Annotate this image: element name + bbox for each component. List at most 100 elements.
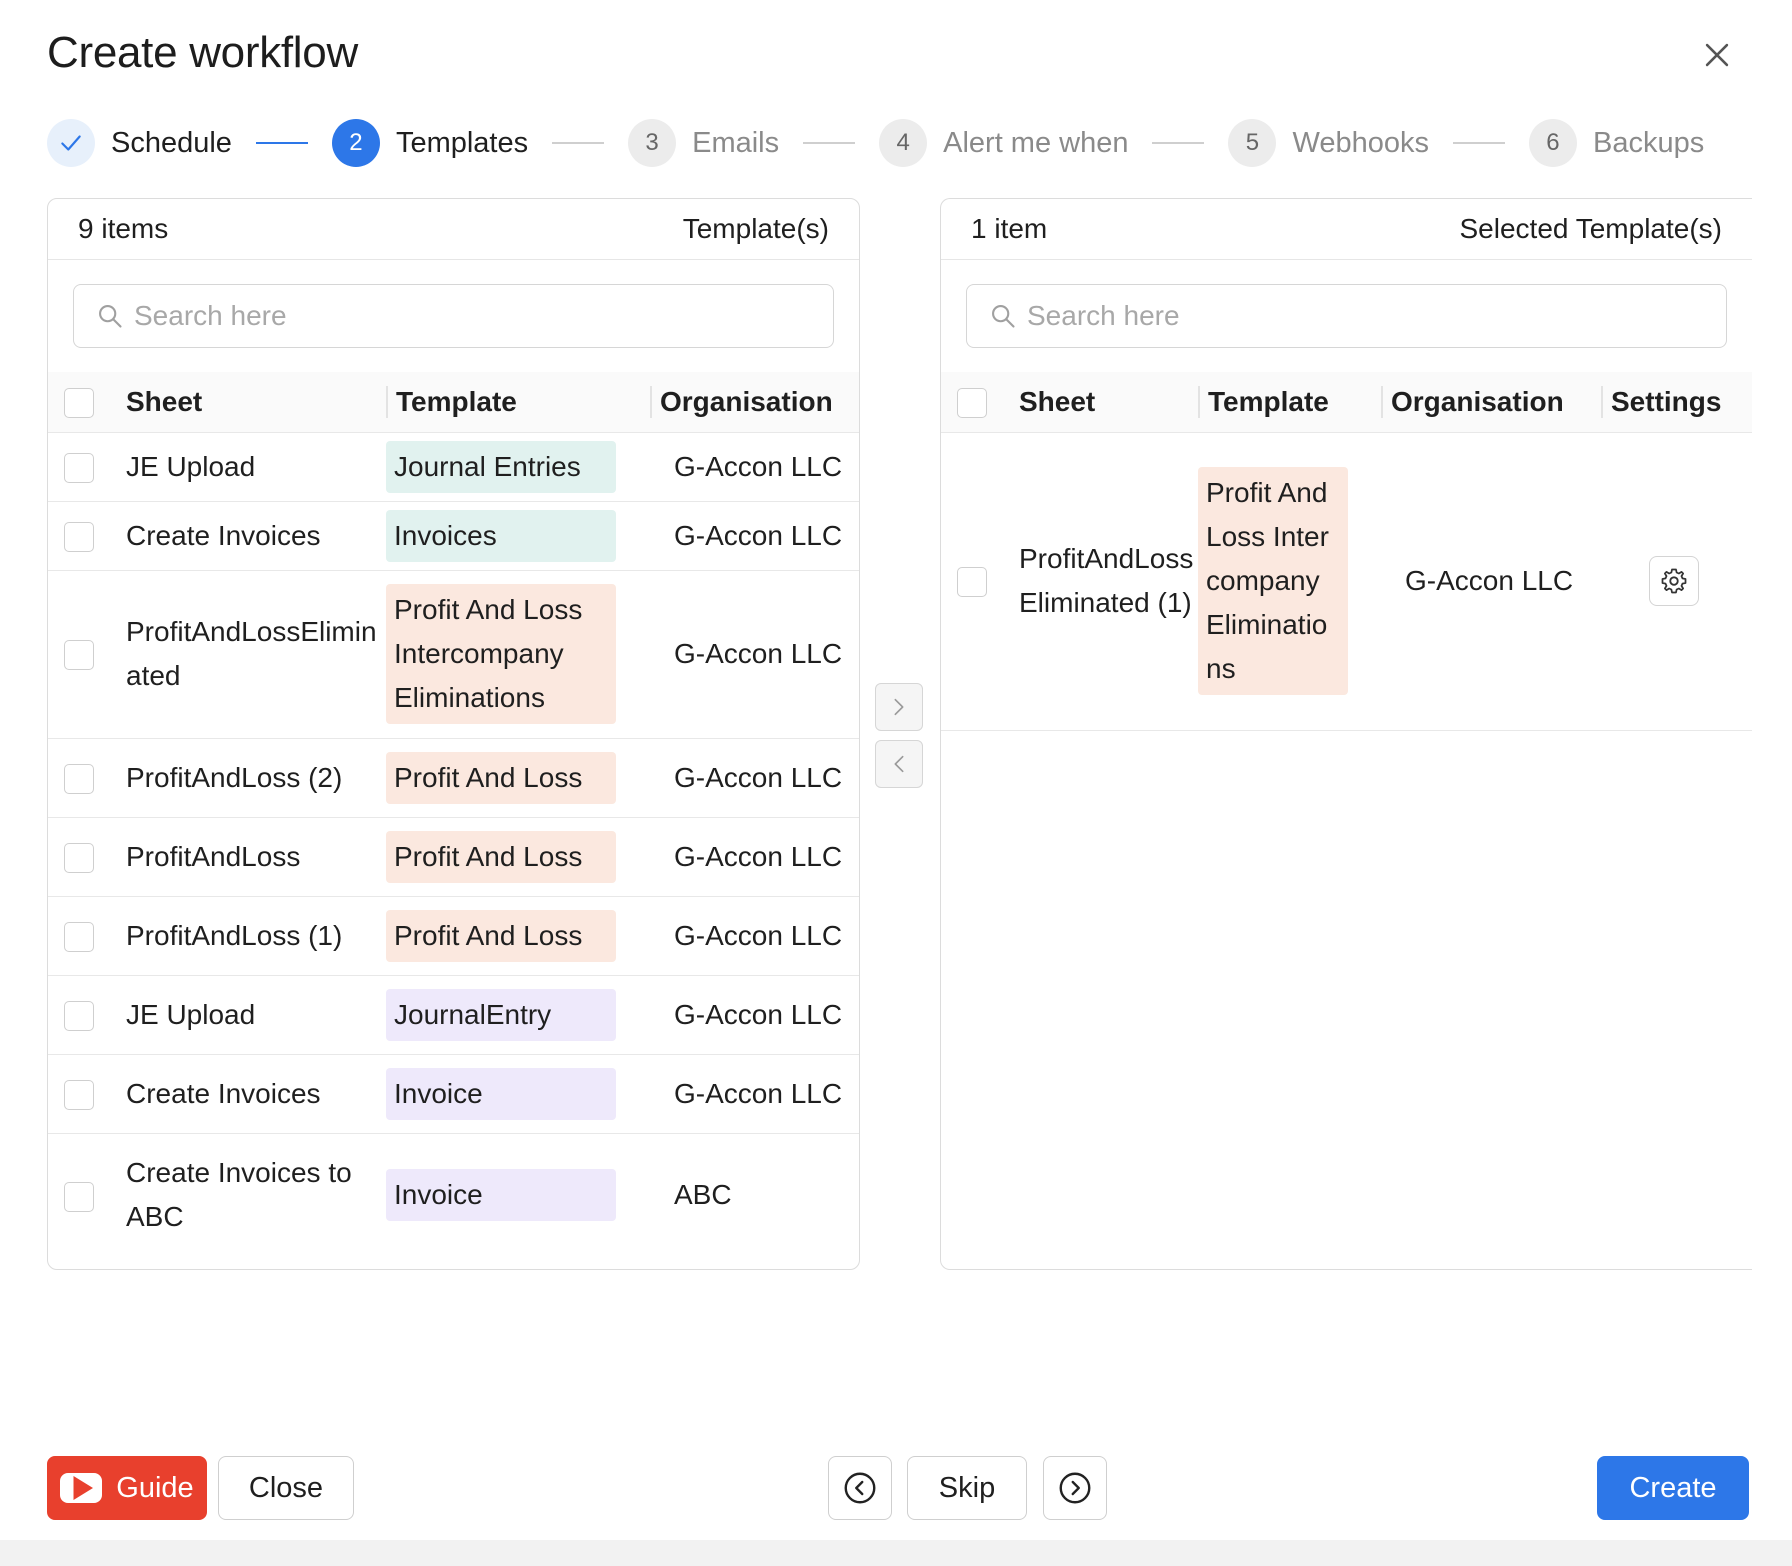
move-right-button[interactable]	[875, 683, 923, 731]
guide-button[interactable]: Guide	[47, 1456, 207, 1520]
panel-header: 9 items Template(s)	[48, 199, 859, 260]
step-label: Webhooks	[1292, 126, 1429, 159]
organisation-cell: G-Accon LLC	[674, 761, 843, 793]
template-settings-button[interactable]	[1649, 556, 1699, 606]
organisation-cell: G-Accon LLC	[674, 519, 843, 551]
page-bottom-strip	[0, 1540, 1792, 1566]
table-row[interactable]: JE Upload JournalEntry G-Accon LLC	[48, 975, 859, 1054]
search-input[interactable]	[134, 300, 833, 332]
row-checkbox[interactable]	[64, 1000, 94, 1031]
step-label: Alert me when	[943, 126, 1129, 159]
dialog-title: Create workflow	[47, 28, 358, 77]
table-row[interactable]: ProfitAndLoss (2) Profit And Loss G-Acco…	[48, 738, 859, 817]
search-input[interactable]	[1027, 300, 1726, 332]
step-connector	[803, 142, 856, 144]
column-header-settings: Settings	[1601, 372, 1752, 432]
panel-title: Template(s)	[682, 213, 829, 244]
item-count: 9 items	[78, 213, 169, 244]
guide-label: Guide	[116, 1471, 194, 1504]
table-row[interactable]: ProfitAndLoss Profit And Loss G-Accon LL…	[48, 817, 859, 896]
column-header-organisation[interactable]: Organisation	[650, 372, 859, 432]
template-tag: Invoice	[386, 1169, 616, 1222]
step-number: 3	[628, 119, 677, 167]
select-all-checkbox[interactable]	[64, 388, 94, 419]
sheet-cell: JE Upload	[126, 998, 256, 1030]
search-icon	[99, 305, 122, 328]
stepper: Schedule 2 Templates 3 Emails 4 Alert me…	[47, 118, 1704, 168]
table-row[interactable]: ProfitAndLoss (1) Profit And Loss G-Acco…	[48, 896, 859, 975]
organisation-cell: G-Accon LLC	[674, 840, 843, 872]
template-tag: Profit And Loss	[386, 909, 616, 962]
row-checkbox[interactable]	[64, 763, 94, 794]
step-label: Emails	[692, 126, 780, 159]
previous-step-button[interactable]	[828, 1456, 892, 1520]
search-box	[73, 284, 834, 348]
chevron-right-icon	[894, 698, 904, 716]
row-checkbox[interactable]	[64, 1079, 94, 1110]
templates-table: Sheet Template Organisation JE Upload Jo…	[48, 372, 859, 1257]
table-row[interactable]: ProfitAndLossEliminated (1) Profit And L…	[941, 432, 1752, 730]
table-header-row: Sheet Template Organisation	[48, 372, 859, 432]
table-row[interactable]: Create Invoices Invoice G-Accon LLC	[48, 1054, 859, 1133]
row-checkbox[interactable]	[64, 521, 94, 552]
step-number: 5	[1228, 119, 1277, 167]
step-emails[interactable]: 3 Emails	[628, 119, 779, 167]
step-webhooks[interactable]: 5 Webhooks	[1228, 119, 1429, 167]
skip-button[interactable]: Skip	[907, 1456, 1027, 1520]
move-left-button[interactable]	[875, 740, 923, 788]
organisation-cell: G-Accon LLC	[674, 1077, 843, 1109]
table-row[interactable]: Create Invoices to ABC Invoice ABC	[48, 1133, 859, 1257]
select-all-checkbox[interactable]	[957, 388, 987, 419]
table-row[interactable]: Create Invoices Invoices G-Accon LLC	[48, 501, 859, 570]
search-box	[966, 284, 1727, 348]
close-button[interactable]: Close	[218, 1456, 354, 1520]
row-checkbox[interactable]	[64, 640, 94, 671]
template-tag: Profit And Loss	[386, 830, 616, 883]
step-schedule[interactable]: Schedule	[47, 119, 232, 167]
step-number: 2	[331, 119, 380, 167]
row-checkbox[interactable]	[64, 1181, 94, 1212]
template-tag: Profit And Loss Intercompany Elimination…	[1198, 467, 1348, 695]
organisation-cell: G-Accon LLC	[674, 450, 843, 482]
sheet-cell: JE Upload	[126, 450, 256, 482]
item-count: 1 item	[971, 213, 1048, 244]
sheet-cell: ProfitAndLossEliminated (1)	[1019, 543, 1194, 618]
column-header-template[interactable]: Template	[386, 372, 650, 432]
panel-title: Selected Template(s)	[1459, 213, 1723, 244]
circle-chevron-left-icon	[844, 1472, 876, 1504]
chevron-left-icon	[894, 755, 904, 773]
sheet-cell: ProfitAndLoss (2)	[126, 761, 343, 793]
step-templates[interactable]: 2 Templates	[331, 119, 528, 167]
next-step-button[interactable]	[1043, 1456, 1107, 1520]
step-number: 6	[1528, 119, 1577, 167]
step-connector	[552, 142, 605, 144]
step-connector	[255, 142, 308, 144]
column-header-organisation[interactable]: Organisation	[1381, 372, 1601, 432]
panel-header: 1 item Selected Template(s)	[941, 199, 1752, 260]
column-header-sheet[interactable]: Sheet	[122, 372, 386, 432]
step-number: 4	[879, 119, 928, 167]
column-header-sheet[interactable]: Sheet	[1015, 372, 1198, 432]
table-row[interactable]: JE Upload Journal Entries G-Accon LLC	[48, 432, 859, 501]
row-checkbox[interactable]	[64, 921, 94, 952]
search-icon	[992, 305, 1015, 328]
row-checkbox[interactable]	[64, 842, 94, 873]
create-button[interactable]: Create	[1597, 1456, 1749, 1520]
available-templates-panel: 9 items Template(s) Sheet Template Organ…	[47, 198, 860, 1270]
template-tag: Profit And Loss Intercompany Elimination…	[386, 584, 616, 724]
step-alert-me-when[interactable]: 4 Alert me when	[879, 119, 1128, 167]
row-checkbox[interactable]	[64, 452, 94, 483]
close-icon[interactable]	[1700, 38, 1734, 72]
sheet-cell: ProfitAndLoss	[126, 840, 301, 872]
selected-templates-panel: 1 item Selected Template(s) Sheet Templa…	[940, 198, 1752, 1270]
step-connector	[1152, 142, 1205, 144]
gear-icon	[1661, 568, 1687, 594]
selected-templates-table: Sheet Template Organisation Settings Pro…	[941, 372, 1752, 731]
step-backups[interactable]: 6 Backups	[1528, 119, 1705, 167]
column-header-template[interactable]: Template	[1198, 372, 1381, 432]
row-checkbox[interactable]	[957, 567, 987, 598]
sheet-cell: Create Invoices	[126, 519, 321, 551]
template-tag: Journal Entries	[386, 440, 616, 493]
step-label: Backups	[1592, 126, 1705, 159]
table-row[interactable]: ProfitAndLossEliminated Profit And Loss …	[48, 570, 859, 738]
